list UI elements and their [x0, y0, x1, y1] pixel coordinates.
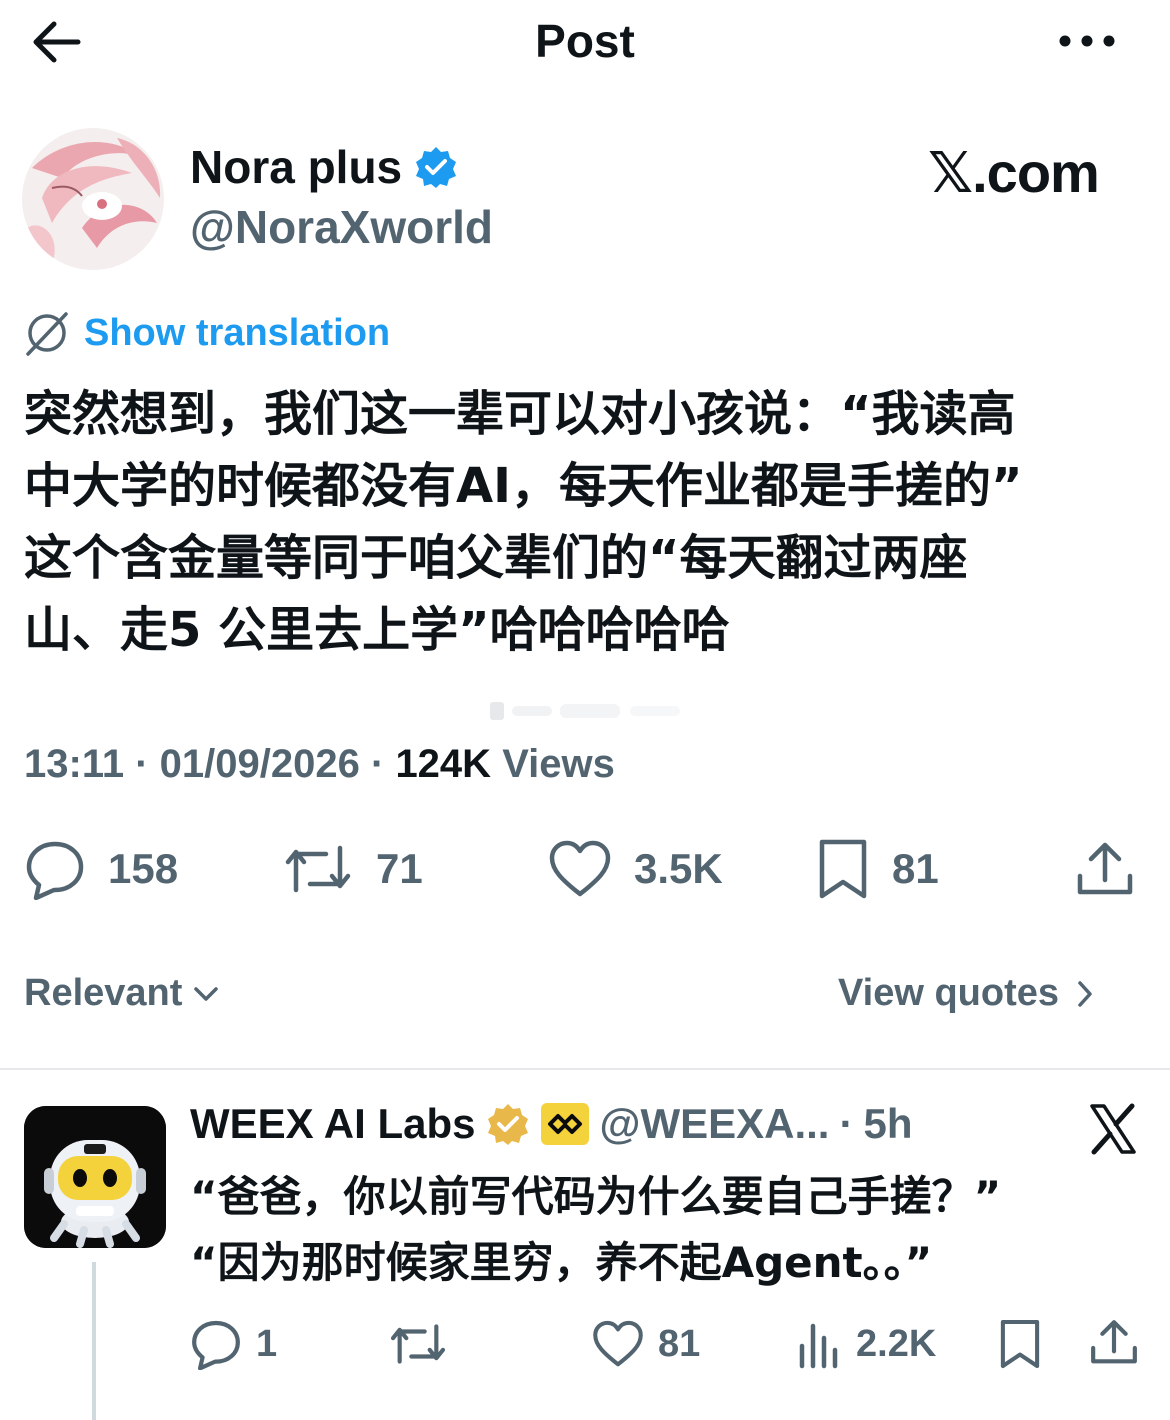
share-icon[interactable]: [1074, 840, 1136, 900]
repost-icon: [285, 845, 351, 893]
show-translation-link[interactable]: Show translation: [22, 308, 390, 358]
heart-icon: [593, 1320, 643, 1367]
reply-count: 158: [108, 845, 179, 892]
chevron-down-icon: [194, 986, 219, 1001]
meta-separator: ·: [371, 742, 396, 786]
view-quotes-link[interactable]: View quotes: [838, 972, 1095, 1015]
reply-views-button[interactable]: 2.2K: [798, 1318, 936, 1370]
repost-count: 71: [376, 845, 423, 892]
view-quotes-label: View quotes: [838, 972, 1060, 1014]
thread-line: [92, 1262, 96, 1420]
post-line: 这个含金量等同于咱父辈们的“每天翻过两座: [24, 530, 968, 586]
affiliate-logo-icon: [540, 1103, 589, 1145]
reply-repost-icon[interactable]: [388, 1318, 448, 1370]
meta-separator: ·: [135, 742, 160, 786]
repost-button[interactable]: 71: [282, 838, 423, 900]
reply-like-button[interactable]: 81: [592, 1318, 700, 1370]
reply-body: “爸爸，你以前写代码为什么要自己手搓？” “因为那时候家里穷，养不起Agent。…: [190, 1164, 1001, 1296]
reply-views-count: 2.2K: [856, 1322, 937, 1365]
bookmark-icon: [819, 839, 867, 899]
reply-reply-count: 1: [256, 1322, 278, 1365]
meta-separator: ·: [839, 1100, 854, 1147]
reply-line: “爸爸，你以前写代码为什么要自己手搓？”: [190, 1172, 1002, 1221]
post-line: 突然想到，我们这一辈可以对小孩说：“我读高: [24, 386, 1016, 442]
reply-author-handle[interactable]: @WEEXA...: [600, 1100, 830, 1148]
views-chart-icon: [799, 1323, 838, 1369]
post-meta: 13:11 · 01/09/2026 · 124K Views: [24, 742, 615, 787]
reply-like-count: 81: [658, 1322, 701, 1365]
views-label: Views: [502, 742, 615, 786]
gold-verified-badge-icon: [487, 1104, 528, 1145]
chevron-right-icon: [1078, 980, 1092, 1007]
x-logo-icon: [1090, 1103, 1136, 1155]
robot-mascot-image: [24, 1106, 166, 1248]
section-divider: [0, 1068, 1170, 1070]
post-date: 01/09/2026: [159, 742, 360, 786]
faded-watermark-icon: [490, 702, 680, 720]
post-line: 山、走5 公里去上学”哈哈哈哈哈: [24, 602, 730, 658]
verified-badge-icon: [416, 147, 457, 188]
author-handle[interactable]: @NoraXworld: [190, 200, 493, 254]
like-count: 3.5K: [634, 845, 723, 892]
reply-time: 5h: [863, 1100, 913, 1147]
comment-icon: [192, 1320, 240, 1370]
page-title: Post: [535, 15, 635, 67]
comment-icon: [26, 841, 84, 900]
views-count: 124K: [395, 742, 492, 786]
reply-share-icon[interactable]: [1088, 1318, 1140, 1368]
globe-translate-icon: [26, 312, 68, 356]
author-avatar[interactable]: [22, 128, 164, 270]
bookmark-button[interactable]: 81: [816, 838, 939, 900]
reply-author-name[interactable]: WEEX AI Labs: [190, 1100, 476, 1148]
reply-header: WEEX AI Labs @WEEXA... · 5h: [190, 1100, 913, 1148]
post-body: 突然想到，我们这一辈可以对小孩说：“我读高 中大学的时候都没有AI，每天作业都是…: [24, 378, 1144, 666]
avatar-image: [22, 128, 164, 270]
reply-reply-button[interactable]: 1: [190, 1318, 277, 1370]
post-time: 13:11: [24, 742, 125, 786]
post-line: 中大学的时候都没有AI，每天作业都是手搓的”: [24, 458, 1023, 514]
more-icon[interactable]: [1055, 24, 1119, 58]
author-name-row: Nora plus: [190, 140, 458, 194]
show-translation-label: Show translation: [84, 311, 391, 354]
reply-line: “因为那时候家里穷，养不起Agent。。”: [190, 1238, 933, 1287]
relevant-label: Relevant: [24, 972, 183, 1014]
heart-icon: [549, 840, 611, 897]
reply-button[interactable]: 158: [24, 838, 178, 900]
reply-bookmark-icon[interactable]: [998, 1318, 1042, 1370]
like-button[interactable]: 3.5K: [548, 838, 723, 900]
reply-author-avatar[interactable]: [24, 1106, 166, 1248]
x-dot-com-watermark: 𝕏.com: [928, 141, 1100, 204]
relevant-sort-dropdown[interactable]: Relevant: [24, 972, 220, 1015]
bookmark-count: 81: [892, 845, 939, 892]
author-name[interactable]: Nora plus: [190, 140, 402, 194]
